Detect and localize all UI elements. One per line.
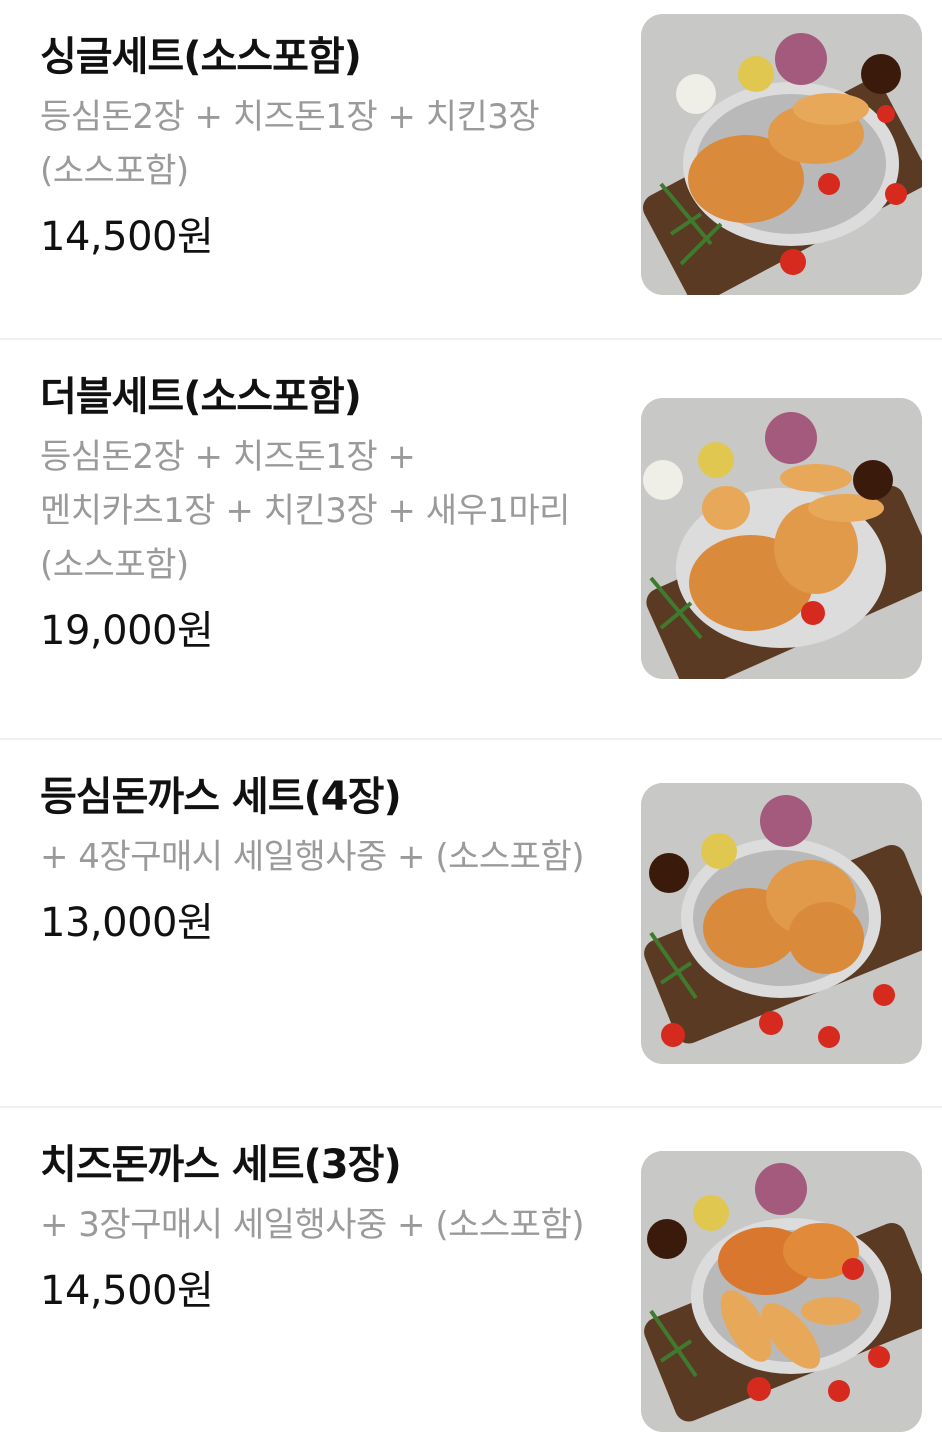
menu-item-price: 19,000원 xyxy=(40,608,214,654)
menu-item-name: 치즈돈까스 세트(3장) xyxy=(40,1142,402,1188)
menu-item-double-set[interactable]: 더블세트(소스포함) 등심돈2장 + 치즈돈1장 + 멘치카츠1장 + 치킨3장… xyxy=(0,340,942,740)
menu-item-price: 13,000원 xyxy=(40,900,214,946)
menu-item-photo[interactable] xyxy=(641,1151,922,1432)
menu-item-description: 등심돈2장 + 치즈돈1장 + 멘치카츠1장 + 치킨3장 + 새우1마리 (소… xyxy=(40,437,570,585)
food-photo-illustration xyxy=(641,1151,922,1432)
menu-item-description: + 3장구매시 세일행사중 + (소스포함) xyxy=(40,1205,585,1245)
menu-list: 싱글세트(소스포함) 등심돈2장 + 치즈돈1장 + 치킨3장 (소스포함) 1… xyxy=(0,0,942,1448)
menu-item-text: 등심돈까스 세트(4장) + 4장구매시 세일행사중 + (소스포함) 13,0… xyxy=(40,770,600,950)
menu-item-text: 싱글세트(소스포함) 등심돈2장 + 치즈돈1장 + 치킨3장 (소스포함) 1… xyxy=(40,30,600,264)
menu-item-single-set[interactable]: 싱글세트(소스포함) 등심돈2장 + 치즈돈1장 + 치킨3장 (소스포함) 1… xyxy=(0,0,942,340)
food-photo-illustration xyxy=(641,783,922,1064)
menu-item-photo[interactable] xyxy=(641,783,922,1064)
menu-item-text: 치즈돈까스 세트(3장) + 3장구매시 세일행사중 + (소스포함) 14,5… xyxy=(40,1138,600,1318)
menu-item-loin-cutlet-set[interactable]: 등심돈까스 세트(4장) + 4장구매시 세일행사중 + (소스포함) 13,0… xyxy=(0,740,942,1108)
menu-item-price: 14,500원 xyxy=(40,214,214,260)
menu-item-description: 등심돈2장 + 치즈돈1장 + 치킨3장 (소스포함) xyxy=(40,97,540,191)
menu-item-text: 더블세트(소스포함) 등심돈2장 + 치즈돈1장 + 멘치카츠1장 + 치킨3장… xyxy=(40,370,600,658)
food-photo-illustration xyxy=(641,14,922,295)
menu-item-description: + 4장구매시 세일행사중 + (소스포함) xyxy=(40,837,585,877)
menu-item-name: 더블세트(소스포함) xyxy=(40,374,362,420)
menu-item-name: 등심돈까스 세트(4장) xyxy=(40,774,402,820)
menu-item-photo[interactable] xyxy=(641,14,922,295)
food-photo-illustration xyxy=(641,398,922,679)
menu-item-cheese-cutlet-set[interactable]: 치즈돈까스 세트(3장) + 3장구매시 세일행사중 + (소스포함) 14,5… xyxy=(0,1108,942,1448)
menu-item-name: 싱글세트(소스포함) xyxy=(40,34,362,80)
menu-item-photo[interactable] xyxy=(641,398,922,679)
menu-item-price: 14,500원 xyxy=(40,1268,214,1314)
